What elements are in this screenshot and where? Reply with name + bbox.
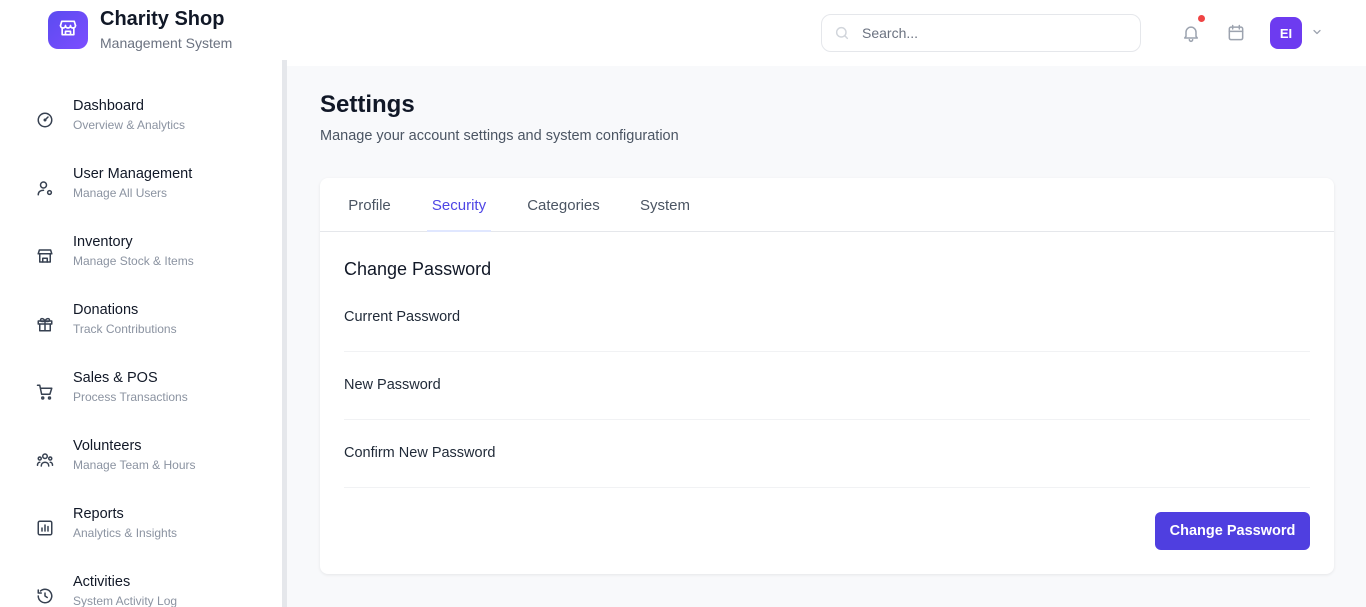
sidebar-item-subtitle: System Activity Log (73, 594, 178, 607)
gift-icon (36, 315, 54, 333)
users-icon (36, 451, 54, 469)
search-box[interactable] (821, 14, 1141, 52)
cart-icon (36, 383, 54, 401)
settings-card: Profile Security Categories System Chang… (320, 178, 1334, 574)
new-password-field[interactable] (344, 384, 1310, 420)
sidebar-item-title: Sales & POS (73, 370, 158, 386)
sidebar-item-user-management[interactable]: User Management Manage All Users (0, 166, 282, 222)
sidebar-item-volunteers[interactable]: Volunteers Manage Team & Hours (0, 438, 282, 494)
sidebar-item-subtitle: Manage All Users (73, 186, 168, 200)
avatar[interactable]: EI (1270, 17, 1302, 49)
sidebar-item-title: Inventory (73, 234, 133, 250)
sidebar-item-subtitle: Analytics & Insights (73, 526, 178, 540)
chevron-down-icon[interactable] (1311, 26, 1323, 38)
tab-categories[interactable]: Categories (519, 178, 608, 232)
section-title: Change Password (344, 259, 492, 279)
bell-icon[interactable] (1179, 21, 1203, 45)
sidebar-item-subtitle: Track Contributions (73, 322, 177, 336)
sidebar-item-subtitle: Process Transactions (73, 390, 188, 404)
store-icon (36, 247, 54, 265)
logo (48, 11, 88, 49)
sidebar-item-title: Volunteers (73, 438, 142, 454)
sidebar-item-reports[interactable]: Reports Analytics & Insights (0, 506, 282, 562)
bar-chart-icon (36, 519, 54, 537)
sidebar-item-subtitle: Overview & Analytics (73, 118, 186, 132)
store-icon (58, 18, 78, 43)
calendar-icon[interactable] (1224, 21, 1248, 45)
sidebar-item-title: Dashboard (73, 98, 144, 114)
user-cog-icon (36, 179, 54, 197)
sidebar-item-title: Reports (73, 506, 124, 522)
tab-system[interactable]: System (636, 178, 694, 232)
tab-security[interactable]: Security (427, 178, 491, 232)
sidebar-item-activities[interactable]: Activities System Activity Log (0, 574, 282, 607)
sidebar-item-donations[interactable]: Donations Track Contributions (0, 302, 282, 358)
change-password-button[interactable]: Change Password (1155, 512, 1310, 550)
sidebar-item-title: Donations (73, 302, 139, 318)
search-icon (834, 25, 850, 41)
sidebar-item-sales-pos[interactable]: Sales & POS Process Transactions (0, 370, 282, 426)
sidebar-item-title: Activities (73, 574, 131, 590)
sidebar-item-subtitle: Manage Stock & Items (73, 254, 194, 268)
settings-tabs: Profile Security Categories System (320, 178, 1334, 232)
history-icon (36, 587, 54, 605)
notification-badge (1198, 15, 1205, 22)
sidebar-item-inventory[interactable]: Inventory Manage Stock & Items (0, 234, 282, 290)
search-input[interactable] (862, 25, 1132, 41)
tab-profile[interactable]: Profile (340, 178, 399, 232)
sidebar-scrollbar[interactable] (282, 60, 287, 607)
sidebar-item-dashboard[interactable]: Dashboard Overview & Analytics (0, 98, 282, 154)
top-header: Charity Shop Management System EI (0, 0, 1366, 66)
brand-title: Charity Shop (100, 8, 225, 30)
sidebar: Dashboard Overview & Analytics User Mana… (0, 66, 282, 607)
gauge-icon (36, 111, 54, 129)
page-subtitle: Manage your account settings and system … (320, 128, 679, 144)
confirm-password-field[interactable] (344, 452, 1310, 488)
page-title: Settings (320, 91, 415, 118)
sidebar-item-subtitle: Manage Team & Hours (73, 458, 196, 472)
current-password-field[interactable] (344, 316, 1310, 352)
sidebar-item-title: User Management (73, 166, 193, 182)
brand-subtitle: Management System (100, 35, 233, 51)
